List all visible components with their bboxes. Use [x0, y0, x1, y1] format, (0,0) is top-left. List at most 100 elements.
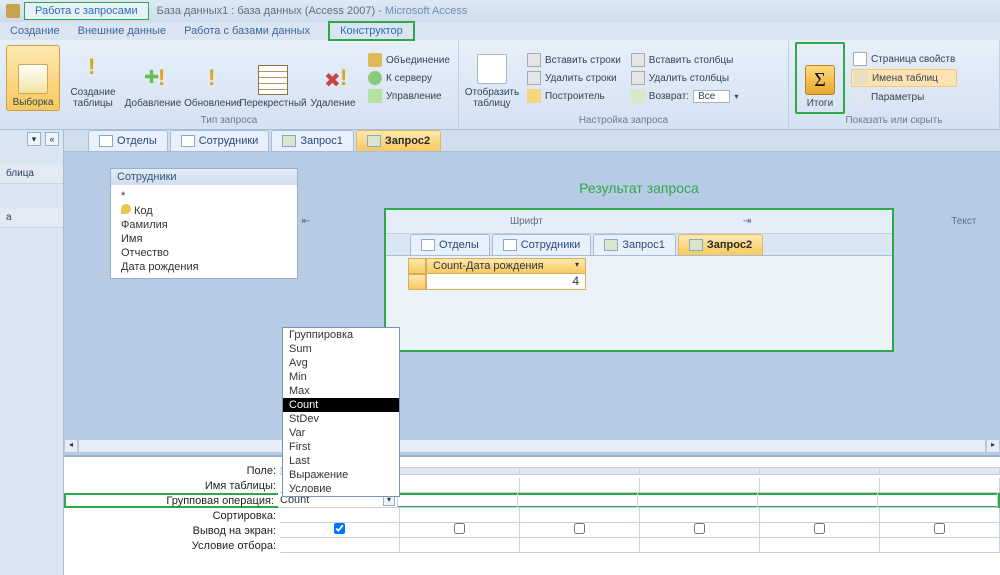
query-datadef-button[interactable]: Управление — [366, 88, 452, 104]
qbe-cell[interactable] — [518, 493, 638, 508]
field-item[interactable]: Имя — [121, 232, 287, 246]
query-union-button[interactable]: Объединение — [366, 52, 452, 68]
qbe-cell[interactable] — [760, 467, 880, 475]
tab-zapros2[interactable]: Запрос2 — [356, 130, 441, 151]
qbe-cell[interactable] — [400, 467, 520, 475]
nav-collapse-button[interactable]: « — [45, 132, 59, 146]
qbe-cell[interactable] — [640, 467, 760, 475]
nav-item[interactable]: а — [0, 208, 63, 228]
builder-button[interactable]: Построитель — [525, 88, 623, 104]
query-delete-button[interactable]: Удаление — [306, 45, 360, 111]
table-names-toggle[interactable]: Имена таблиц — [851, 69, 957, 87]
field-item[interactable]: Отчество — [121, 246, 287, 260]
qbe-cell[interactable] — [520, 478, 640, 493]
aggregate-option[interactable]: First — [283, 440, 399, 454]
qbe-cell[interactable] — [880, 467, 1000, 475]
qbe-cell[interactable] — [880, 508, 1000, 523]
select-all-corner[interactable] — [408, 258, 426, 274]
delete-cols-button[interactable]: Удалить столбцы — [629, 70, 741, 86]
scroll-right-button[interactable]: ▸ — [986, 439, 1000, 453]
nav-item[interactable]: блица — [0, 164, 63, 184]
qbe-cell[interactable] — [280, 538, 400, 553]
aggregate-option[interactable]: Var — [283, 426, 399, 440]
query-icon — [689, 239, 703, 251]
datasheet-column-header[interactable]: Count-Дата рождения▾ — [426, 258, 586, 274]
row-selector[interactable] — [408, 274, 426, 290]
query-crosstab-button[interactable]: Перекрестный — [246, 45, 300, 111]
field-item[interactable]: Код — [121, 203, 287, 218]
qbe-cell[interactable] — [880, 478, 1000, 493]
qbe-cell[interactable] — [760, 508, 880, 523]
qbe-show-checkbox[interactable] — [520, 523, 640, 538]
scroll-left-button[interactable]: ◂ — [64, 439, 78, 453]
qbe-cell[interactable] — [760, 538, 880, 553]
aggregate-option[interactable]: Группировка — [283, 328, 399, 342]
qbe-show-checkbox[interactable] — [400, 523, 520, 538]
qbe-show-checkbox[interactable] — [760, 523, 880, 538]
qbe-cell[interactable] — [520, 467, 640, 475]
aggregate-option[interactable]: Условие — [283, 482, 399, 496]
qbe-cell[interactable] — [640, 538, 760, 553]
result-tab-strip: Отделы Сотрудники Запрос1 Запрос2 — [386, 234, 892, 256]
qbe-cell[interactable] — [640, 508, 760, 523]
qbe-cell[interactable] — [520, 538, 640, 553]
aggregate-dropdown-list[interactable]: ГруппировкаSumAvgMinMaxCountStDevVarFirs… — [282, 327, 400, 497]
h-scrollbar[interactable]: ◂ ▸ — [64, 439, 1000, 453]
qbe-cell[interactable] — [758, 493, 878, 508]
ribbon-tab-designer[interactable]: Конструктор — [328, 21, 415, 41]
qbe-show-checkbox[interactable] — [640, 523, 760, 538]
qbe-show-checkbox[interactable] — [880, 523, 1000, 538]
insert-rows-button[interactable]: Вставить строки — [525, 52, 623, 68]
tab-sotrudniki[interactable]: Сотрудники — [492, 234, 592, 255]
qbe-cell[interactable] — [760, 478, 880, 493]
datasheet-cell[interactable]: 4 — [426, 274, 586, 290]
qbe-cell[interactable] — [640, 478, 760, 493]
aggregate-option[interactable]: Avg — [283, 356, 399, 370]
ribbon-tab-create[interactable]: Создание — [10, 25, 60, 37]
field-star[interactable]: * — [121, 189, 287, 203]
qbe-cell[interactable] — [400, 538, 520, 553]
aggregate-option[interactable]: Выражение — [283, 468, 399, 482]
qbe-cell[interactable] — [880, 538, 1000, 553]
tab-zapros1[interactable]: Запрос1 — [593, 234, 676, 255]
aggregate-option[interactable]: Last — [283, 454, 399, 468]
query-passthrough-button[interactable]: К серверу — [366, 70, 452, 86]
table-field-list[interactable]: Сотрудники * Код Фамилия Имя Отчество Да… — [110, 168, 298, 279]
tab-otdely[interactable]: Отделы — [88, 130, 168, 151]
query-select-button[interactable]: Выборка — [6, 45, 60, 111]
qbe-cell[interactable] — [400, 478, 520, 493]
ribbon-tab-dbtools[interactable]: Работа с базами данных — [184, 25, 310, 37]
qbe-cell[interactable] — [878, 493, 998, 508]
insert-cols-button[interactable]: Вставить столбцы — [629, 52, 741, 68]
aggregate-option[interactable]: Max — [283, 384, 399, 398]
query-maketable-button[interactable]: Создание таблицы — [66, 45, 120, 111]
nav-dropdown-icon[interactable]: ▾ — [27, 132, 41, 146]
field-item[interactable]: Дата рождения — [121, 260, 287, 274]
field-item[interactable]: Фамилия — [121, 218, 287, 232]
qbe-cell[interactable] — [638, 493, 758, 508]
show-table-button[interactable]: Отобразить таблицу — [465, 45, 519, 111]
tab-zapros1[interactable]: Запрос1 — [271, 130, 354, 151]
qbe-cell[interactable] — [398, 493, 518, 508]
chevron-down-icon[interactable]: ▾ — [575, 260, 579, 272]
aggregate-option[interactable]: StDev — [283, 412, 399, 426]
ribbon-tab-external[interactable]: Внешние данные — [78, 25, 166, 37]
return-combo[interactable]: Возврат: Все▾ — [629, 88, 741, 104]
tab-zapros2[interactable]: Запрос2 — [678, 234, 763, 255]
aggregate-option[interactable]: Sum — [283, 342, 399, 356]
delete-rows-button[interactable]: Удалить строки — [525, 70, 623, 86]
tab-otdely[interactable]: Отделы — [410, 234, 490, 255]
qbe-cell[interactable] — [520, 508, 640, 523]
query-append-button[interactable]: Добавление — [126, 45, 180, 111]
query-update-button[interactable]: Обновление — [186, 45, 240, 111]
parameters-button[interactable]: Параметры — [851, 89, 957, 105]
tab-sotrudniki[interactable]: Сотрудники — [170, 130, 270, 151]
aggregate-option[interactable]: Count — [283, 398, 399, 412]
insert-rows-icon — [527, 53, 541, 67]
property-sheet-button[interactable]: Страница свойств — [851, 51, 957, 67]
totals-button[interactable]: Итоги — [798, 45, 842, 111]
qbe-cell[interactable] — [280, 508, 400, 523]
aggregate-option[interactable]: Min — [283, 370, 399, 384]
qbe-show-checkbox[interactable] — [280, 523, 400, 538]
qbe-cell[interactable] — [400, 508, 520, 523]
